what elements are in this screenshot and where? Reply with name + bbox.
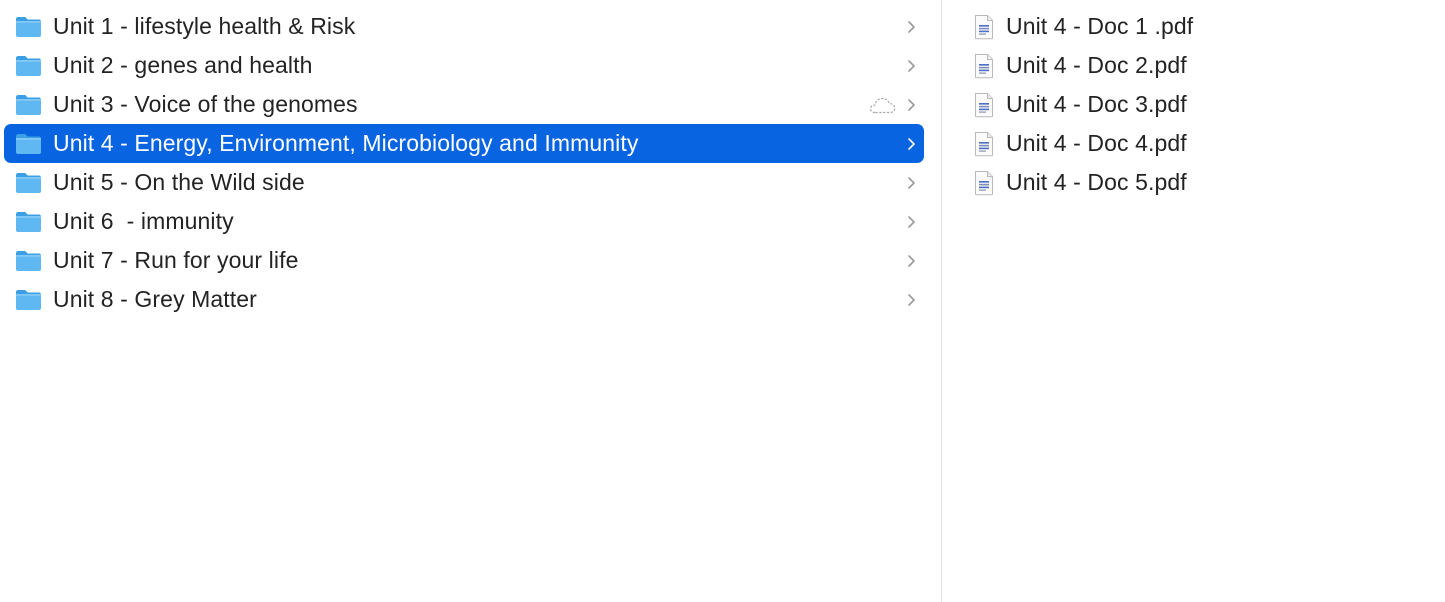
folder-icon xyxy=(16,289,41,310)
folder-row-label: Unit 4 - Energy, Environment, Microbiolo… xyxy=(53,130,639,156)
chevron-right-icon[interactable] xyxy=(906,20,916,34)
finder-column-browser: Unit 1 - lifestyle health & Risk Unit 2 … xyxy=(0,0,1445,602)
chevron-right-icon[interactable] xyxy=(906,137,916,151)
folder-row[interactable]: Unit 3 - Voice of the genomes xyxy=(4,85,924,124)
pdf-file-icon xyxy=(975,53,993,78)
folder-icon xyxy=(16,211,41,232)
pdf-file-icon xyxy=(975,92,993,117)
file-row-label: Unit 4 - Doc 3.pdf xyxy=(1006,91,1187,117)
folder-list: Unit 1 - lifestyle health & Risk Unit 2 … xyxy=(4,7,941,319)
pdf-file-icon xyxy=(975,14,993,39)
folder-icon xyxy=(16,133,41,154)
chevron-right-icon[interactable] xyxy=(906,176,916,190)
chevron-right-icon[interactable] xyxy=(906,98,916,112)
folder-row[interactable]: Unit 6 - immunity xyxy=(4,202,924,241)
folder-row[interactable]: Unit 5 - On the Wild side xyxy=(4,163,924,202)
file-row[interactable]: Unit 4 - Doc 5.pdf xyxy=(942,163,1422,202)
pdf-file-icon xyxy=(975,170,993,195)
file-row[interactable]: Unit 4 - Doc 3.pdf xyxy=(942,85,1422,124)
folder-row-label: Unit 5 - On the Wild side xyxy=(53,169,305,195)
icloud-download-icon[interactable] xyxy=(868,95,897,115)
folder-icon xyxy=(16,250,41,271)
file-row[interactable]: Unit 4 - Doc 4.pdf xyxy=(942,124,1422,163)
file-row-label: Unit 4 - Doc 2.pdf xyxy=(1006,52,1187,78)
folder-row-selected[interactable]: Unit 4 - Energy, Environment, Microbiolo… xyxy=(4,124,924,163)
file-row-label: Unit 4 - Doc 4.pdf xyxy=(1006,130,1187,156)
folder-row-label: Unit 2 - genes and health xyxy=(53,52,313,78)
file-row[interactable]: Unit 4 - Doc 2.pdf xyxy=(942,46,1422,85)
chevron-right-icon[interactable] xyxy=(906,293,916,307)
folder-icon xyxy=(16,55,41,76)
folder-row[interactable]: Unit 2 - genes and health xyxy=(4,46,924,85)
folder-row-label: Unit 8 - Grey Matter xyxy=(53,286,257,312)
file-row-label: Unit 4 - Doc 1 .pdf xyxy=(1006,13,1194,39)
file-list: Unit 4 - Doc 1 .pdf Unit 4 - Doc 2.pdf U… xyxy=(942,7,1445,202)
folder-row[interactable]: Unit 7 - Run for your life xyxy=(4,241,924,280)
chevron-right-icon[interactable] xyxy=(906,215,916,229)
pdf-file-icon xyxy=(975,131,993,156)
file-column[interactable]: Unit 4 - Doc 1 .pdf Unit 4 - Doc 2.pdf U… xyxy=(942,0,1445,602)
folder-row-label: Unit 1 - lifestyle health & Risk xyxy=(53,13,356,39)
chevron-right-icon[interactable] xyxy=(906,254,916,268)
folder-icon xyxy=(16,16,41,37)
file-row-label: Unit 4 - Doc 5.pdf xyxy=(1006,169,1187,195)
folder-icon xyxy=(16,94,41,115)
folder-column[interactable]: Unit 1 - lifestyle health & Risk Unit 2 … xyxy=(0,0,942,602)
folder-row[interactable]: Unit 8 - Grey Matter xyxy=(4,280,924,319)
folder-row[interactable]: Unit 1 - lifestyle health & Risk xyxy=(4,7,924,46)
chevron-right-icon[interactable] xyxy=(906,59,916,73)
folder-row-label: Unit 7 - Run for your life xyxy=(53,247,299,273)
file-row[interactable]: Unit 4 - Doc 1 .pdf xyxy=(942,7,1422,46)
folder-row-label: Unit 3 - Voice of the genomes xyxy=(53,91,358,117)
folder-icon xyxy=(16,172,41,193)
folder-row-label: Unit 6 - immunity xyxy=(53,208,234,234)
